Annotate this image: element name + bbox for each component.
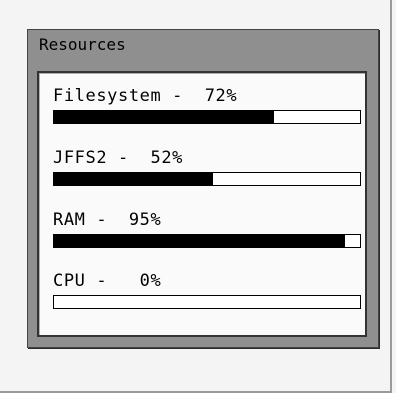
- resource-filesystem: Filesystem - 72%: [53, 85, 365, 124]
- resources-list: Filesystem - 72% JFFS2 - 52% RAM - 95% C…: [37, 71, 367, 337]
- jffs2-usage-fill: [54, 173, 214, 185]
- resource-ram: RAM - 95%: [53, 209, 365, 248]
- resource-jffs2: JFFS2 - 52%: [53, 147, 365, 186]
- filesystem-label: Filesystem - 72%: [53, 86, 238, 106]
- ram-usage-fill: [54, 235, 345, 247]
- jffs2-label: JFFS2 - 52%: [53, 148, 184, 168]
- filesystem-usage-bar: [53, 110, 361, 124]
- panel-title: Resources: [39, 35, 126, 54]
- jffs2-usage-bar: [53, 172, 361, 186]
- resource-cpu: CPU - 0%: [53, 270, 365, 309]
- cpu-label: CPU - 0%: [53, 271, 162, 291]
- resources-panel: Resources Filesystem - 72% JFFS2 - 52% R…: [27, 29, 379, 348]
- ram-usage-bar: [53, 234, 361, 248]
- ram-label: RAM - 95%: [53, 210, 162, 230]
- filesystem-usage-fill: [54, 111, 275, 123]
- cpu-usage-bar: [53, 295, 361, 309]
